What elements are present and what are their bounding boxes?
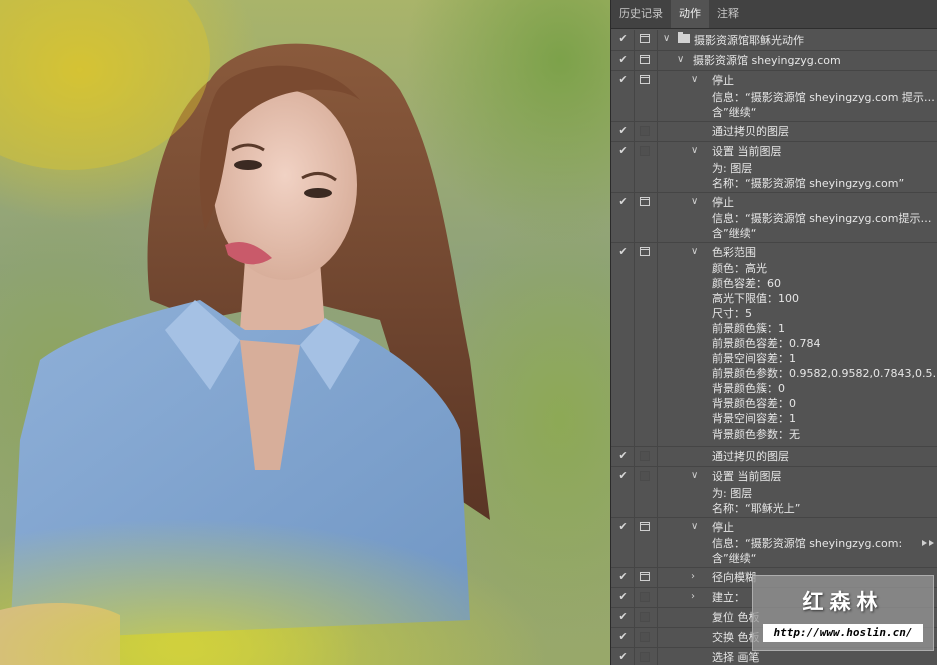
command-color-range[interactable]: ✔ ∨ 色彩范围 颜色：高光 颜色容差：60 高光下限值：100 尺寸：5 前景… <box>611 243 937 447</box>
command-title: 设置 当前图层 <box>712 470 782 483</box>
dialog-toggle-icon[interactable] <box>640 126 650 136</box>
tab-history[interactable]: 历史记录 <box>611 0 671 28</box>
command-stop[interactable]: ✔ ∨ 停止 信息：“摄影资源馆 sheyingzyg.com: 含”继续“ <box>611 518 937 568</box>
watermark-title: 红森林 <box>802 590 884 614</box>
check-icon[interactable]: ✔ <box>617 470 629 482</box>
tab-notes[interactable]: 注释 <box>709 0 747 28</box>
check-icon[interactable]: ✔ <box>617 196 629 208</box>
check-icon[interactable]: ✔ <box>617 74 629 86</box>
check-icon[interactable]: ✔ <box>617 631 629 643</box>
command-title: 通过拷贝的图层 <box>712 125 789 138</box>
dialog-toggle-icon[interactable] <box>640 34 650 43</box>
watermark-url: http://www.hoslin.cn/ <box>763 624 923 642</box>
command-param: 背景颜色容差：0 <box>712 397 796 410</box>
actions-panel: 历史记录 动作 注释 ✔ ∨ 摄影资源馆耶稣光动作 ✔ ∨ 摄影资源馆 shey… <box>610 0 937 665</box>
command-param: 背景颜色参数：无 <box>712 428 800 441</box>
command-param: 含”继续“ <box>712 227 757 240</box>
command-param: 前景颜色容差：0.784 <box>712 337 821 350</box>
command-layer-via-copy[interactable]: ✔ 通过拷贝的图层 <box>611 447 937 467</box>
dialog-toggle-icon[interactable] <box>640 522 650 531</box>
chevron-down-icon[interactable]: ∨ <box>691 245 698 259</box>
check-icon[interactable]: ✔ <box>617 591 629 603</box>
chevron-down-icon[interactable]: ∨ <box>691 520 698 534</box>
command-param: 为: 图层 <box>712 487 753 500</box>
dialog-toggle-icon[interactable] <box>640 592 650 602</box>
dialog-toggle-icon[interactable] <box>640 197 650 206</box>
command-param: 背景颜色簇：0 <box>712 382 785 395</box>
chevron-down-icon[interactable]: ∨ <box>691 195 698 209</box>
command-param: 前景颜色簇：1 <box>712 322 785 335</box>
chevron-down-icon[interactable]: ∨ <box>691 469 698 483</box>
tab-actions[interactable]: 动作 <box>671 0 709 28</box>
panel-tab-bar: 历史记录 动作 注释 <box>611 0 937 29</box>
photo-canvas <box>0 0 610 665</box>
dialog-toggle-icon[interactable] <box>640 55 650 64</box>
check-icon[interactable]: ✔ <box>617 145 629 157</box>
command-title: 建立： <box>712 591 745 604</box>
dialog-toggle-icon[interactable] <box>640 451 650 461</box>
command-param: 前景空间容差：1 <box>712 352 796 365</box>
chevron-right-icon[interactable]: › <box>691 590 695 604</box>
portrait-image <box>0 0 610 665</box>
command-stop[interactable]: ✔ ∨ 停止 信息：“摄影资源馆 sheyingzyg.com提示… 含”继续“ <box>611 193 937 243</box>
command-param: 为: 图层 <box>712 162 753 175</box>
chevron-down-icon[interactable]: ∨ <box>663 32 670 46</box>
check-icon[interactable]: ✔ <box>617 54 629 66</box>
command-param: 名称：“摄影资源馆 sheyingzyg.com” <box>712 177 905 190</box>
dialog-toggle-icon[interactable] <box>640 632 650 642</box>
command-param: 名称：“耶稣光上” <box>712 502 801 515</box>
command-title: 通过拷贝的图层 <box>712 450 789 463</box>
command-param: 颜色容差：60 <box>712 277 781 290</box>
action-set-row[interactable]: ✔ ∨ 摄影资源馆耶稣光动作 <box>611 30 937 51</box>
scroll-arrows-icon[interactable] <box>922 540 934 546</box>
dialog-toggle-icon[interactable] <box>640 612 650 622</box>
command-title: 设置 当前图层 <box>712 145 782 158</box>
command-param: 背景空间容差：1 <box>712 412 796 425</box>
dialog-toggle-icon[interactable] <box>640 247 650 256</box>
chevron-down-icon[interactable]: ∨ <box>691 144 698 158</box>
dialog-toggle-icon[interactable] <box>640 572 650 581</box>
check-icon[interactable]: ✔ <box>617 611 629 623</box>
command-title: 选择 画笔 <box>712 651 760 664</box>
folder-icon <box>678 32 690 43</box>
check-icon[interactable]: ✔ <box>617 521 629 533</box>
watermark: 红森林 http://www.hoslin.cn/ <box>752 575 934 651</box>
check-icon[interactable]: ✔ <box>617 246 629 258</box>
command-param: 信息：“摄影资源馆 sheyingzyg.com提示… <box>712 212 932 225</box>
command-title: 停止 <box>712 74 734 87</box>
command-set-layer[interactable]: ✔ ∨ 设置 当前图层 为: 图层 名称：“摄影资源馆 sheyingzyg.c… <box>611 142 937 193</box>
command-title: 停止 <box>712 521 734 534</box>
actions-list: ✔ ∨ 摄影资源馆耶稣光动作 ✔ ∨ 摄影资源馆 sheyingzyg.com … <box>611 30 937 665</box>
check-icon[interactable]: ✔ <box>617 571 629 583</box>
command-title: 色彩范围 <box>712 246 756 259</box>
action-set-name: 摄影资源馆耶稣光动作 <box>694 34 804 47</box>
command-layer-via-copy[interactable]: ✔ 通过拷贝的图层 <box>611 122 937 142</box>
check-icon[interactable]: ✔ <box>617 125 629 137</box>
command-param: 信息：“摄影资源馆 sheyingzyg.com 提示… <box>712 91 935 104</box>
dialog-toggle-icon[interactable] <box>640 146 650 156</box>
command-param: 颜色：高光 <box>712 262 767 275</box>
command-title: 停止 <box>712 196 734 209</box>
check-icon[interactable]: ✔ <box>617 450 629 462</box>
command-param: 高光下限值：100 <box>712 292 799 305</box>
check-icon[interactable]: ✔ <box>617 33 629 45</box>
chevron-down-icon[interactable]: ∨ <box>677 53 684 67</box>
command-set-layer[interactable]: ✔ ∨ 设置 当前图层 为: 图层 名称：“耶稣光上” <box>611 467 937 518</box>
dialog-toggle-icon[interactable] <box>640 471 650 481</box>
command-title: 径向模糊 <box>712 571 756 584</box>
action-name: 摄影资源馆 sheyingzyg.com <box>693 54 841 67</box>
chevron-down-icon[interactable]: ∨ <box>691 73 698 87</box>
chevron-right-icon[interactable]: › <box>691 570 695 584</box>
check-icon[interactable]: ✔ <box>617 651 629 663</box>
dialog-toggle-icon[interactable] <box>640 75 650 84</box>
command-stop[interactable]: ✔ ∨ 停止 信息：“摄影资源馆 sheyingzyg.com 提示… 含”继续… <box>611 71 937 122</box>
command-param: 含”继续“ <box>712 106 757 119</box>
command-param: 信息：“摄影资源馆 sheyingzyg.com: <box>712 537 903 550</box>
action-row[interactable]: ✔ ∨ 摄影资源馆 sheyingzyg.com <box>611 51 937 71</box>
command-param: 含”继续“ <box>712 552 757 565</box>
command-param: 尺寸：5 <box>712 307 752 320</box>
command-param: 前景颜色参数：0.9582,0.9582,0.7843,0.5… <box>712 367 937 380</box>
dialog-toggle-icon[interactable] <box>640 652 650 662</box>
